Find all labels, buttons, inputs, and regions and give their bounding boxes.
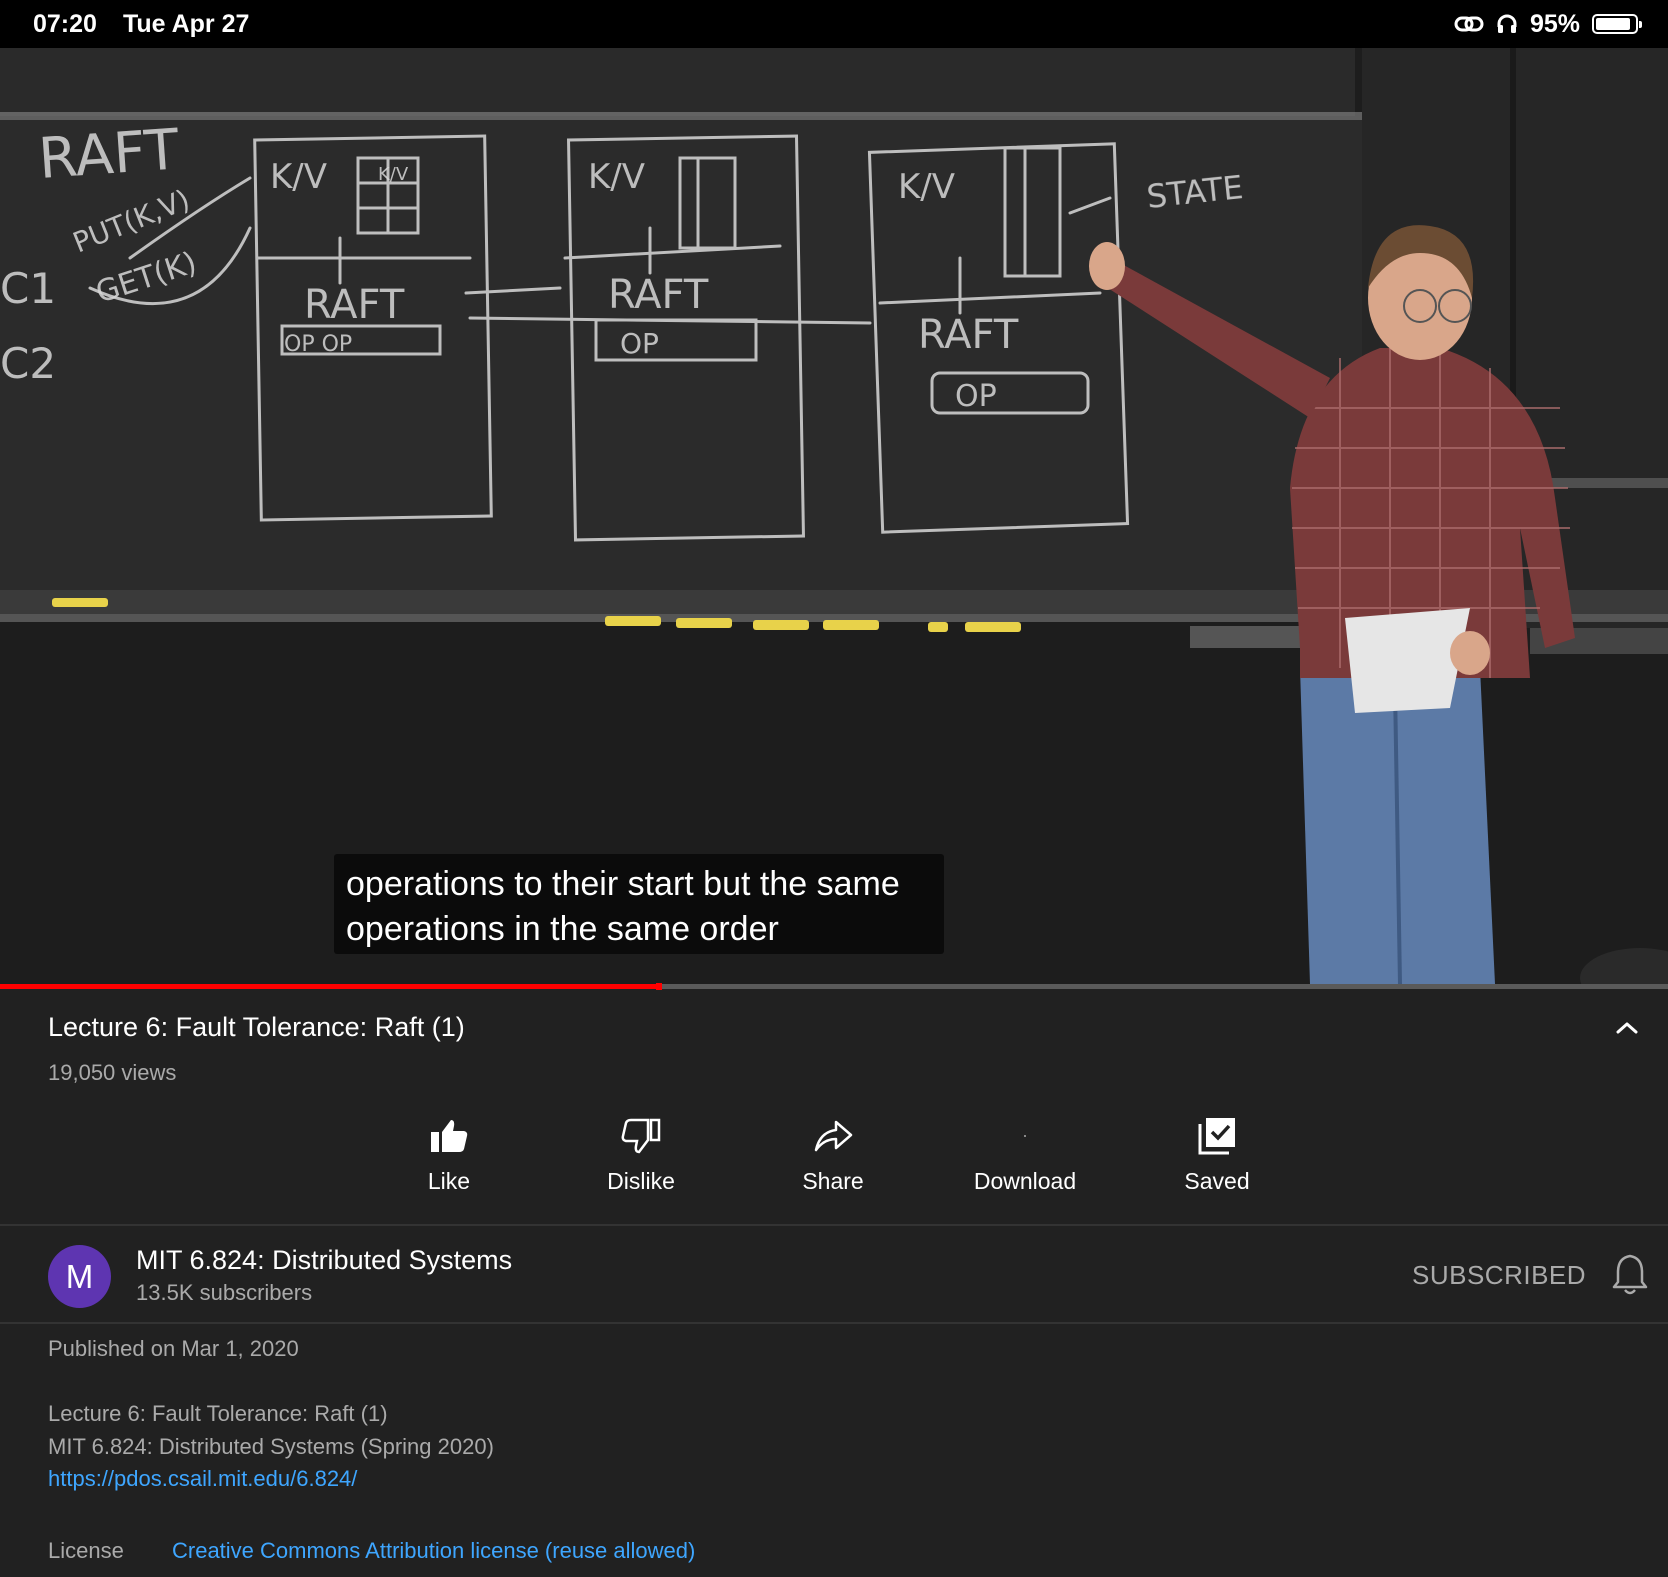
status-time: 07:20 (33, 10, 97, 38)
license-link[interactable]: Creative Commons Attribution license (re… (172, 1538, 695, 1564)
chalk-kv-2: K/V (588, 157, 645, 197)
chalk-c2: C2 (0, 339, 56, 388)
saved-label: Saved (1184, 1168, 1250, 1194)
video-title: Lecture 6: Fault Tolerance: Raft (1) (48, 1012, 465, 1042)
chalk-c1: C1 (0, 264, 56, 313)
caption-line-2: operations in the same order (346, 910, 779, 948)
description-line-2: MIT 6.824: Distributed Systems (Spring 2… (48, 1434, 494, 1459)
share-label: Share (802, 1168, 864, 1194)
chalk-op-2: OP (620, 327, 659, 360)
link-icon (1454, 16, 1484, 32)
saved-icon (1198, 1118, 1235, 1155)
video-player[interactable]: RAFT C1 PUT(K,V) GET(K) C2 K/V K/V RAFT … (0, 48, 1668, 984)
view-count: 19,050 views (48, 1060, 177, 1085)
channel-row: M MIT 6.824: Distributed Systems 13.5K s… (0, 1228, 1668, 1324)
divider-bottom (0, 1322, 1668, 1324)
channel-name[interactable]: MIT 6.824: Distributed Systems (136, 1245, 512, 1276)
chalk-raft-1: RAFT (304, 282, 405, 328)
chevron-up-icon[interactable] (1612, 1018, 1642, 1038)
license-label: License (48, 1538, 124, 1563)
dislike-label: Dislike (607, 1168, 675, 1194)
chalk-opop: OP OP (284, 332, 352, 357)
action-bar: Like Dislike Share Download Saved (0, 1112, 1668, 1212)
video-progress-bar[interactable] (0, 983, 1668, 990)
share-icon (814, 1120, 853, 1152)
chalk-raft-title: RAFT (36, 117, 181, 192)
status-bar: 07:20 Tue Apr 27 95% (0, 0, 1668, 48)
chalk-kv-3: K/V (898, 167, 955, 207)
progress-scrubber[interactable] (655, 983, 662, 990)
progress-played (0, 984, 659, 989)
battery-percent: 95% (1529, 9, 1580, 38)
subscriber-count: 13.5K subscribers (136, 1280, 313, 1305)
dislike-button[interactable]: Dislike (551, 1112, 731, 1195)
caption-line-1: operations to their start but the same (346, 865, 900, 903)
chalk-kv-small: K/V (378, 164, 409, 185)
saved-button[interactable]: Saved (1127, 1112, 1307, 1195)
published-date: Published on Mar 1, 2020 (48, 1336, 299, 1361)
chalk-kv-1: K/V (270, 157, 327, 197)
divider-top (0, 1224, 1668, 1226)
download-button[interactable]: Download (935, 1112, 1115, 1195)
video-frame: RAFT C1 PUT(K,V) GET(K) C2 K/V K/V RAFT … (0, 48, 1668, 984)
status-right: 95% (1454, 8, 1642, 40)
battery-icon (1592, 14, 1642, 34)
description-link[interactable]: https://pdos.csail.mit.edu/6.824/ (48, 1466, 357, 1492)
subscribe-button[interactable]: SUBSCRIBED (1412, 1260, 1586, 1291)
download-icon (1024, 1135, 1026, 1137)
thumbs-down-icon (621, 1118, 661, 1154)
chalk-op-3: OP (955, 379, 997, 414)
like-button[interactable]: Like (359, 1112, 539, 1195)
headphones-icon (1497, 14, 1517, 33)
share-button[interactable]: Share (743, 1112, 923, 1195)
bell-icon[interactable] (1610, 1252, 1650, 1296)
chalk-raft-2: RAFT (608, 272, 709, 318)
download-label: Download (973, 1168, 1077, 1194)
caption-box: operations to their start but the same o… (334, 854, 944, 954)
chalk-raft-3: RAFT (918, 312, 1019, 358)
status-date: Tue Apr 27 (123, 10, 250, 38)
description-line-1: Lecture 6: Fault Tolerance: Raft (1) (48, 1401, 388, 1426)
like-label: Like (427, 1168, 471, 1194)
avatar[interactable]: M (48, 1245, 111, 1308)
thumbs-up-icon (431, 1120, 468, 1152)
